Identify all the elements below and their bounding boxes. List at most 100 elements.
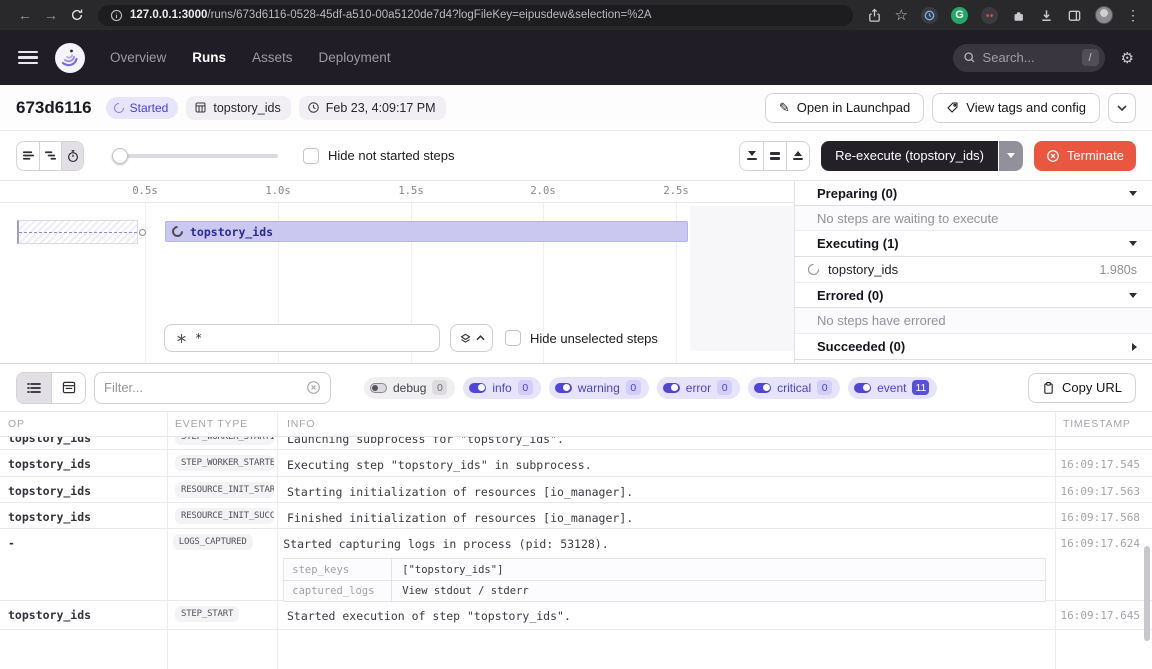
gantt-time-axis: 0.5s 1.0s 1.5s 2.0s 2.5s — [0, 181, 794, 203]
toggle-on-icon — [663, 383, 680, 393]
layout-flat-icon[interactable] — [17, 142, 39, 170]
gantt-canvas[interactable]: topstory_ids Hide unselected step — [0, 203, 794, 363]
browser-back-icon[interactable]: ← — [12, 7, 38, 23]
log-structured-view-icon[interactable] — [51, 373, 85, 403]
layout-waterfall-icon[interactable] — [39, 142, 61, 170]
toggle-on-icon — [854, 383, 871, 393]
split-panels-icon[interactable] — [763, 142, 786, 170]
run-logs-panel: debug 0 info 0 warning 0 error 0 — [0, 363, 1152, 669]
extension-robot-icon[interactable] — [981, 7, 998, 24]
log-row[interactable]: topstory_ids RESOURCE_INIT_SUCC… Finishe… — [0, 503, 1152, 529]
search-icon — [963, 51, 976, 64]
status-spinner-icon — [112, 100, 126, 114]
log-level-toggle-event[interactable]: event 11 — [848, 377, 937, 399]
metadata-row: step_keys ["topstory_ids"] — [284, 559, 1045, 580]
log-level-toggle-error[interactable]: error 0 — [657, 377, 740, 399]
terminate-button[interactable]: Terminate — [1034, 141, 1136, 171]
extensions-puzzle-icon[interactable] — [1011, 8, 1026, 23]
hide-not-started-checkbox[interactable]: Hide not started steps — [303, 148, 454, 164]
hamburger-menu-icon[interactable] — [18, 51, 38, 65]
nav-runs[interactable]: Runs — [192, 50, 226, 65]
browser-reload-icon[interactable] — [64, 8, 90, 22]
log-table-header: OP EVENT TYPE INFO TIMESTAMP — [0, 411, 1152, 437]
main-nav: Overview Runs Assets Deployment — [110, 50, 391, 65]
section-executing[interactable]: Executing (1) — [795, 231, 1152, 257]
log-scrollbar-thumb[interactable] — [1144, 546, 1150, 641]
log-level-toggle-warning[interactable]: warning 0 — [549, 377, 649, 399]
reexecute-split-button: Re-execute (topstory_ids) — [821, 141, 1023, 171]
step-selector-value[interactable] — [195, 331, 429, 345]
graph-query-button[interactable] — [450, 324, 493, 352]
download-icon[interactable] — [1039, 8, 1054, 23]
address-bar[interactable]: 127.0.0.1:3000/runs/673d6116-0528-45df-a… — [98, 5, 853, 26]
section-errored[interactable]: Errored (0) — [795, 283, 1152, 308]
run-actions-dropdown-button[interactable] — [1108, 93, 1136, 123]
collapse-panel-down-icon[interactable] — [740, 142, 763, 170]
filter-input[interactable] — [104, 380, 300, 395]
expand-panel-up-icon[interactable] — [786, 142, 809, 170]
checkbox-icon[interactable] — [505, 330, 521, 346]
axis-tick: 1.5s — [398, 185, 423, 197]
extension-grammarly-icon[interactable]: G — [951, 7, 968, 24]
nav-overview[interactable]: Overview — [110, 50, 166, 65]
sidebar-toggle-icon[interactable] — [1067, 8, 1082, 23]
gantt-overflow-zone — [690, 206, 794, 351]
share-icon[interactable] — [867, 8, 882, 23]
event-metadata-table: step_keys ["topstory_ids"] captured_logs… — [283, 558, 1046, 602]
level-count-badge: 0 — [817, 380, 832, 395]
chevron-down-icon — [1117, 105, 1127, 111]
log-row[interactable]: topstory_ids STEP_START Started executio… — [0, 601, 1152, 630]
gantt-queued-bar[interactable] — [17, 220, 138, 244]
step-selector-input[interactable] — [164, 324, 440, 352]
log-level-toggle-info[interactable]: info 0 — [463, 377, 540, 399]
global-search[interactable]: Search... / — [953, 44, 1105, 72]
site-info-icon[interactable] — [110, 9, 123, 22]
open-in-launchpad-button[interactable]: ✎ Open in Launchpad — [765, 93, 924, 123]
log-list-view-icon[interactable] — [17, 373, 51, 403]
settings-gear-icon[interactable]: ⚙ — [1121, 49, 1134, 67]
event-type-chip: LOGS_CAPTURED — [173, 534, 253, 550]
gantt-dependency-marker — [139, 229, 146, 236]
layout-timing-stopwatch-icon[interactable] — [61, 142, 83, 170]
nav-deployment[interactable]: Deployment — [319, 50, 391, 65]
log-filter-input[interactable] — [94, 372, 331, 404]
copy-url-button[interactable]: Copy URL — [1028, 373, 1136, 403]
log-row[interactable]: topstory_ids STEP_WORKER_STARTED Executi… — [0, 450, 1152, 477]
clear-filter-icon[interactable] — [306, 380, 321, 395]
nav-assets[interactable]: Assets — [252, 50, 293, 65]
extension-clock-icon[interactable] — [921, 7, 938, 24]
run-header: 673d6116 Started topstory_ids Feb 23, 4:… — [0, 85, 1152, 131]
checkbox-icon[interactable] — [303, 148, 319, 164]
gantt-chart: 0.5s 1.0s 1.5s 2.0s 2.5s topstory_ids — [0, 181, 795, 363]
log-level-toggle-critical[interactable]: critical 0 — [748, 377, 840, 399]
gantt-toolbar: Hide not started steps Re-execute (topst… — [0, 131, 1152, 181]
log-row[interactable]: topstory_ids STEP_WORKER_STARTI… Launchi… — [0, 437, 1152, 450]
view-stdout-stderr-link[interactable]: View stdout / stderr — [392, 585, 528, 597]
browser-menu-kebab-icon[interactable]: ⋮ — [1126, 8, 1140, 22]
caret-down-icon — [1129, 241, 1137, 246]
reexecute-button[interactable]: Re-execute (topstory_ids) — [821, 141, 998, 171]
dagster-logo[interactable] — [54, 42, 86, 74]
bookmark-star-icon[interactable]: ☆ — [895, 8, 908, 23]
executing-step-row[interactable]: topstory_ids 1.980s — [795, 257, 1152, 283]
search-shortcut-key: / — [1082, 49, 1099, 66]
view-tags-config-button[interactable]: View tags and config — [932, 93, 1100, 123]
slider-knob[interactable] — [112, 148, 128, 164]
job-tag[interactable]: topstory_ids — [186, 96, 290, 120]
toggle-on-icon — [754, 383, 771, 393]
gantt-zoom-slider[interactable] — [112, 148, 278, 164]
gantt-step-bar[interactable]: topstory_ids — [165, 221, 688, 242]
run-id: 673d6116 — [16, 98, 92, 118]
log-row[interactable]: topstory_ids RESOURCE_INIT_STAR… Startin… — [0, 477, 1152, 503]
log-row[interactable]: - LOGS_CAPTURED Started capturing logs i… — [0, 529, 1152, 601]
log-level-toggle-debug[interactable]: debug 0 — [364, 377, 455, 399]
section-preparing[interactable]: Preparing (0) — [795, 181, 1152, 206]
col-header-timestamp: TIMESTAMP — [1055, 418, 1152, 430]
hide-unselected-checkbox[interactable]: Hide unselected steps — [505, 324, 658, 352]
browser-profile-avatar[interactable] — [1095, 6, 1113, 24]
section-succeeded[interactable]: Succeeded (0) — [795, 334, 1152, 360]
axis-tick: 2.5s — [663, 185, 688, 197]
run-datetime-tag[interactable]: Feb 23, 4:09:17 PM — [299, 96, 446, 120]
reexecute-dropdown-caret[interactable] — [999, 141, 1023, 171]
browser-forward-icon[interactable]: → — [38, 7, 64, 23]
